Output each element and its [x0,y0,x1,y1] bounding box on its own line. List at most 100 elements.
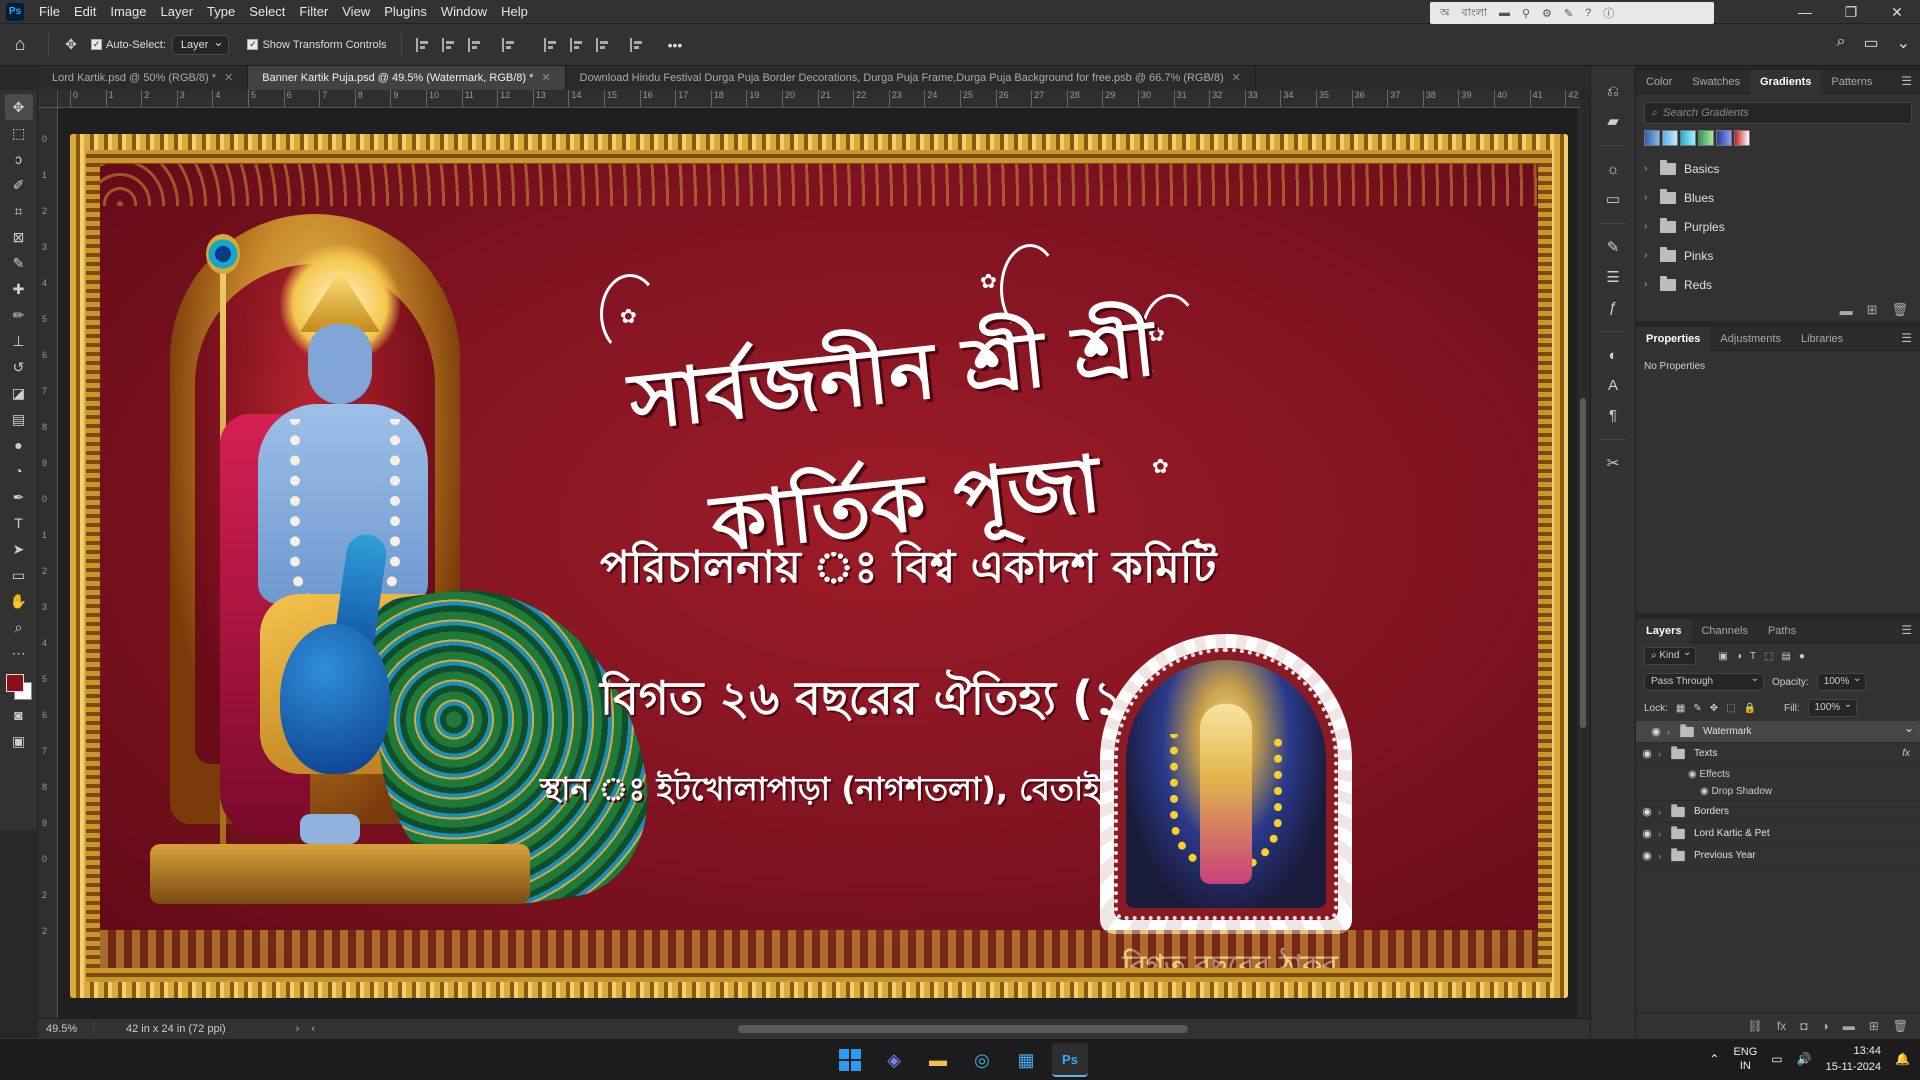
horizontal-scrollbar[interactable] [738,1025,1188,1033]
tab-layers[interactable]: Layers [1636,618,1692,643]
teams-icon[interactable]: ◈ [876,1043,912,1077]
tab-channels[interactable]: Channels [1691,619,1757,643]
menu-file[interactable]: File [32,0,67,24]
clock[interactable]: 13:44 15-11-2024 [1826,1043,1881,1075]
fx-icon[interactable]: ƒ [1599,294,1627,320]
scroll-thumb[interactable] [1580,398,1586,728]
panel-menu-icon[interactable]: ☰ [1901,331,1912,345]
lock-artboard-icon[interactable]: ⬚ [1726,703,1735,714]
store-icon[interactable]: ▦ [1008,1043,1044,1077]
move-tool-icon[interactable]: ✥ [4,94,33,120]
network-icon[interactable]: ▭ [1771,1052,1782,1066]
zoom-level[interactable]: 49.5% [38,1022,94,1035]
filter-toggle-icon[interactable]: ● [1799,651,1805,662]
vertical-ruler[interactable]: 0 1 2 3 4 5 6 7 8 9 0 1 2 3 4 5 6 7 8 9 0 2 2 [38,108,58,1018]
tab-paths[interactable]: Paths [1758,619,1806,643]
filter-smart-object-icon[interactable]: ▤ [1781,651,1790,662]
file-explorer-icon[interactable]: ▬ [920,1043,956,1077]
chevron-right-icon[interactable]: › [1658,807,1670,817]
panel-menu-icon[interactable]: ☰ [1901,623,1912,637]
lock-transparency-icon[interactable]: ▦ [1676,703,1685,714]
gradient-folder-pinks[interactable]: › Pinks [1636,241,1920,270]
menu-edit[interactable]: Edit [67,0,103,24]
restore-icon[interactable]: ❐ [1828,0,1874,24]
color-swatches[interactable] [4,672,34,702]
layer-borders[interactable]: ◉ › Borders [1636,801,1920,823]
foreground-color-swatch[interactable] [5,674,24,692]
more-options-icon[interactable]: ••• [668,37,683,53]
chevron-right-icon[interactable]: › [1658,829,1670,839]
layer-lord-kartic-pet[interactable]: ◉ › Lord Kartic & Pet [1636,823,1920,845]
align-center-icon[interactable] [441,37,456,52]
edge-icon[interactable]: ◎ [964,1043,1000,1077]
search-gradients-input[interactable]: ⌕ Search Gradients [1644,102,1912,124]
filter-type-icon[interactable]: T [1750,651,1756,662]
eyedropper-tool-icon[interactable]: ✎ [5,250,33,276]
align-right-icon[interactable] [467,37,482,52]
quick-mask-icon[interactable]: ◙ [5,702,33,728]
home-icon[interactable]: ⌂ [0,24,40,66]
search-icon[interactable]: ⌕ [1837,33,1846,53]
language-indicator[interactable]: ENG IN [1733,1045,1757,1073]
menu-window[interactable]: Window [434,0,494,24]
menu-select[interactable]: Select [242,0,292,24]
align-bottom-icon[interactable] [595,37,610,52]
screen-mode-icon[interactable]: ▣ [5,728,33,754]
distribute-icon[interactable] [501,37,516,52]
layer-previous-year[interactable]: ◉ › Previous Year [1636,845,1920,867]
crop-tool-icon[interactable]: ⌗ [5,198,33,224]
layer-watermark[interactable]: ◉ › Watermark [1636,719,1920,743]
align-middle-icon[interactable] [569,37,584,52]
3d-icon[interactable]: ◐ [1599,342,1627,368]
eraser-tool-icon[interactable]: ◪ [5,380,33,406]
ime-settings-icon[interactable]: ⚙ [1542,7,1552,20]
ruler-icon[interactable]: ▭ [1599,186,1627,212]
comments-icon[interactable]: ▰ [1599,108,1627,134]
menu-type[interactable]: Type [200,0,242,24]
gradient-swatch[interactable] [1734,130,1750,146]
eye-icon[interactable]: ◉ [1700,786,1712,797]
add-mask-icon[interactable]: ◘ [1800,1019,1807,1033]
lock-all-icon[interactable]: 🔒 [1744,703,1756,714]
minimize-icon[interactable]: — [1782,0,1828,24]
distribute-vertical-icon[interactable] [629,37,644,52]
volume-icon[interactable]: 🔊 [1797,1052,1812,1066]
filter-pixel-icon[interactable]: ▣ [1718,651,1727,662]
close-tab-icon[interactable]: ✕ [1232,72,1241,84]
new-gradient-icon[interactable]: ⊞ [1867,302,1878,318]
quick-selection-tool-icon[interactable]: ✐ [5,172,33,198]
gradient-folder-purples[interactable]: › Purples [1636,212,1920,241]
eye-icon[interactable]: ◉ [1688,769,1700,780]
gradient-folder-reds[interactable]: › Reds [1636,270,1920,299]
healing-brush-tool-icon[interactable]: ✚ [5,276,33,302]
auto-select-dropdown[interactable]: Layer [171,33,230,55]
gradient-swatch[interactable] [1662,130,1678,146]
ime-help-icon[interactable]: ? [1585,7,1591,19]
ime-broom-icon[interactable]: ⚲ [1522,7,1530,20]
history-icon[interactable]: ⎌ [1599,78,1627,104]
canvas-area[interactable]: ✿ ✿ ✿ ✿ সার্বজনীন শ্রী শ্রী কার্তিক পূজা… [58,108,1580,1018]
link-layers-icon[interactable]: ⛓ [1748,1019,1763,1033]
notification-icon[interactable]: 🔔 [1895,1052,1910,1066]
type-tool-icon[interactable]: T [5,510,33,536]
menu-filter[interactable]: Filter [292,0,335,24]
scroll-left-icon[interactable]: ‹ [311,1023,315,1035]
tab-properties[interactable]: Properties [1636,326,1711,351]
gradient-swatch[interactable] [1644,130,1660,146]
gradient-tool-icon[interactable]: ▤ [5,406,33,432]
photoshop-taskbar-icon[interactable]: Ps [1052,1043,1088,1077]
lock-pixels-icon[interactable]: ✎ [1693,703,1701,714]
new-group-icon[interactable]: ▬ [1840,303,1853,318]
delete-layer-icon[interactable]: 🗑 [1893,1019,1908,1033]
menu-layer[interactable]: Layer [154,0,201,24]
tab-durga-puja-border[interactable]: Download Hindu Festival Durga Puja Borde… [565,66,1256,90]
filter-shape-icon[interactable]: ⬚ [1764,651,1773,662]
ime-pen-icon[interactable]: ✎ [1564,7,1573,20]
tab-gradients[interactable]: Gradients [1750,69,1822,94]
rectangle-tool-icon[interactable]: ▭ [5,562,33,588]
ime-minimize-icon[interactable]: ▬ [1499,7,1510,19]
dodge-tool-icon[interactable]: ◔ [5,458,33,484]
menu-help[interactable]: Help [494,0,535,24]
brush-settings-icon[interactable]: ✎ [1599,234,1627,260]
lasso-tool-icon[interactable]: ↄ [5,146,33,172]
